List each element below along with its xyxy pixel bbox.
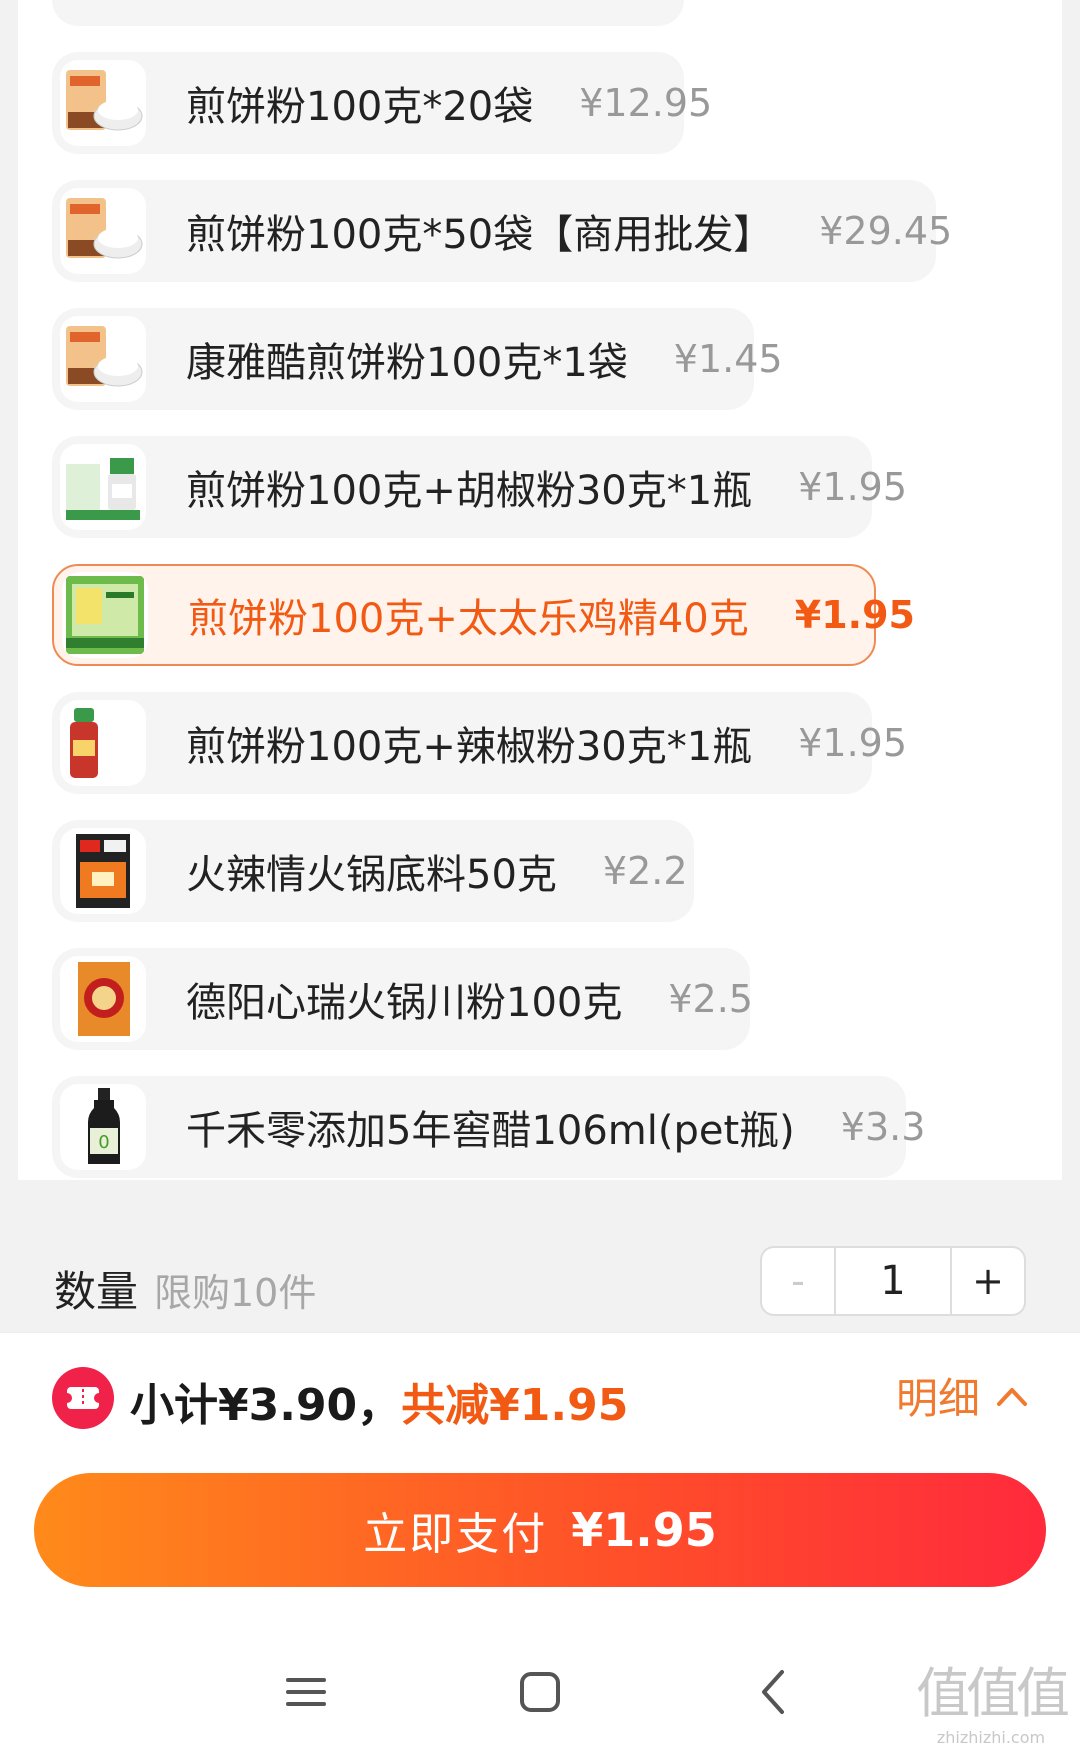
option-price: ¥1.95	[794, 593, 915, 637]
option-item[interactable]: 德阳心瑞火锅川粉100克 ¥2.5	[52, 948, 753, 1050]
pay-now-button[interactable]: 立即支付 ¥1.95	[34, 1473, 1046, 1587]
product-thumbnail	[60, 60, 146, 146]
menu-nav-icon[interactable]	[276, 1662, 336, 1722]
quantity-row: 数量 限购10件 - 1 +	[0, 1240, 1080, 1330]
option-item[interactable]: 煎饼粉100克*50袋【商用批发】 ¥29.45	[52, 180, 952, 282]
option-price: ¥12.95	[579, 81, 713, 125]
quantity-label: 数量	[54, 1267, 139, 1316]
detail-toggle[interactable]: 明细	[896, 1365, 1028, 1426]
purchase-limit: 限购10件	[154, 1271, 317, 1315]
discount-text: 共减¥1.95	[401, 1380, 629, 1431]
watermark: 值值值 zhizhizhi.com	[916, 1649, 1070, 1747]
option-price: ¥1.95	[798, 721, 908, 765]
option-item[interactable]: 火辣情火锅底料50克 ¥2.2	[52, 820, 694, 922]
option-name: 康雅酷煎饼粉100克*1袋	[186, 340, 628, 386]
quantity-value[interactable]: 1	[836, 1248, 950, 1314]
option-item[interactable]: 康雅酷煎饼粉100克*1袋 ¥1.45	[52, 308, 783, 410]
watermark-logo: 值值值	[916, 1662, 1070, 1725]
option-partial[interactable]	[52, 0, 684, 26]
option-price: ¥1.95	[798, 465, 908, 509]
quantity-stepper: - 1 +	[760, 1246, 1026, 1316]
product-thumbnail	[60, 188, 146, 274]
watermark-url: zhizhizhi.com	[936, 1728, 1046, 1747]
product-thumbnail	[60, 444, 146, 530]
home-nav-icon[interactable]	[510, 1662, 570, 1722]
decrease-button[interactable]: -	[762, 1248, 836, 1314]
option-price: ¥2.5	[668, 977, 753, 1021]
option-item[interactable]: 煎饼粉100克+辣椒粉30克*1瓶 ¥1.95	[52, 692, 907, 794]
option-item[interactable]: 煎饼粉100克*20袋 ¥12.95	[52, 52, 712, 154]
back-nav-icon[interactable]	[744, 1662, 804, 1722]
option-price: ¥3.3	[840, 1105, 926, 1149]
option-name: 煎饼粉100克*20袋	[186, 84, 534, 130]
option-name: 德阳心瑞火锅川粉100克	[186, 980, 623, 1026]
detail-label: 明细	[895, 1374, 980, 1423]
coupon-icon	[52, 1367, 114, 1429]
option-name: 千禾零添加5年窖醋106ml(pet瓶)	[186, 1108, 795, 1154]
option-price: ¥2.2	[602, 849, 688, 893]
option-name: 煎饼粉100克+太太乐鸡精40克	[188, 596, 749, 642]
option-name: 煎饼粉100克*50袋【商用批发】	[186, 212, 774, 258]
option-item[interactable]: 煎饼粉100克+胡椒粉30克*1瓶 ¥1.95	[52, 436, 907, 538]
chevron-up-icon	[997, 1387, 1027, 1406]
price-summary: 小计¥3.90，共减¥1.95	[130, 1369, 628, 1433]
option-name: 煎饼粉100克+辣椒粉30克*1瓶	[186, 724, 753, 770]
pay-amount: ¥1.95	[571, 1503, 717, 1557]
product-thumbnail	[60, 700, 146, 786]
option-name: 火辣情火锅底料50克	[186, 852, 557, 898]
option-price: ¥29.45	[819, 209, 953, 253]
pay-label: 立即支付	[363, 1509, 548, 1560]
svg-text:0: 0	[98, 1132, 109, 1153]
option-item[interactable]: 0 千禾零添加5年窖醋106ml(pet瓶) ¥3.3	[52, 1076, 925, 1178]
product-thumbnail: 0	[60, 1084, 146, 1170]
option-item-selected[interactable]: 煎饼粉100克+太太乐鸡精40克 ¥1.95	[52, 564, 915, 666]
product-thumbnail	[60, 956, 146, 1042]
increase-button[interactable]: +	[950, 1248, 1024, 1314]
option-price: ¥1.45	[673, 337, 783, 381]
option-name: 煎饼粉100克+胡椒粉30克*1瓶	[186, 468, 753, 514]
product-thumbnail	[60, 316, 146, 402]
product-thumbnail	[62, 572, 148, 658]
subtotal-text: 小计¥3.90，	[130, 1380, 402, 1431]
product-thumbnail	[60, 828, 146, 914]
